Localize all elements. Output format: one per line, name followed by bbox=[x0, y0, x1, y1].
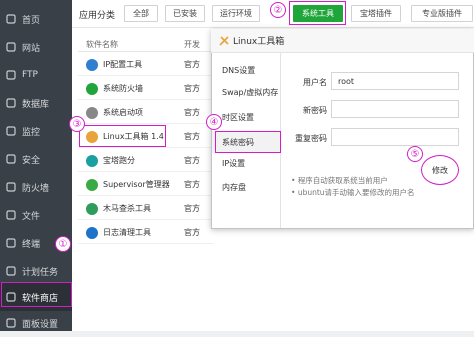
category-label: 应用分类 bbox=[79, 11, 116, 21]
dialog-tab-1[interactable]: Swap/虚拟内存 bbox=[212, 81, 281, 103]
category-tab-0[interactable]: 全部 bbox=[124, 5, 158, 22]
category-tab-5[interactable]: 专业版插件 bbox=[411, 5, 473, 22]
repeat-password-label: 重复密码 bbox=[295, 134, 327, 143]
software-store-highlight bbox=[1, 282, 72, 307]
hint-2: • ubuntu请手动输入要修改的用户名 bbox=[291, 188, 415, 197]
terminal-icon bbox=[6, 238, 16, 248]
sidebar-item-1[interactable]: 网站 bbox=[0, 33, 72, 61]
sidebar-item-label: 首页 bbox=[22, 15, 41, 26]
sidebar-item-2[interactable]: FTP bbox=[0, 61, 72, 89]
category-tab-1[interactable]: 已安装 bbox=[165, 5, 205, 22]
table-row[interactable]: 宝塔跑分 官方 bbox=[78, 150, 214, 172]
software-developer: 官方 bbox=[184, 60, 200, 69]
sidebar-item-9[interactable]: 计划任务 bbox=[0, 257, 72, 285]
software-developer: 官方 bbox=[184, 180, 200, 189]
system-tools-highlight bbox=[289, 1, 346, 25]
username-label: 用户名 bbox=[303, 78, 327, 87]
software-icon bbox=[86, 154, 98, 167]
table-row[interactable]: Supervisor管理器 官方 bbox=[78, 174, 214, 196]
software-icon bbox=[86, 178, 98, 191]
software-name: 木马查杀工具 bbox=[103, 204, 151, 213]
sidebar-item-label: FTP bbox=[22, 70, 38, 80]
ftp-icon bbox=[6, 70, 16, 80]
software-name: IP配置工具 bbox=[103, 60, 143, 69]
software-developer: 官方 bbox=[184, 156, 200, 165]
software-developer: 官方 bbox=[184, 228, 200, 237]
annotation-3: ③ bbox=[69, 116, 85, 132]
sidebar-item-4[interactable]: 监控 bbox=[0, 117, 72, 145]
software-icon bbox=[86, 58, 98, 71]
username-field[interactable]: root bbox=[331, 72, 459, 90]
software-name: Supervisor管理器 bbox=[103, 180, 170, 189]
toolbox-icon bbox=[219, 35, 229, 46]
database-icon bbox=[6, 98, 16, 108]
hint-1: • 程序自动获取系统当前用户 bbox=[291, 176, 388, 185]
annotation-2: ② bbox=[270, 2, 286, 18]
sidebar-item-label: 监控 bbox=[22, 127, 41, 138]
software-name: 系统防火墙 bbox=[103, 84, 143, 93]
home-icon bbox=[6, 14, 16, 24]
linux-toolbox-highlight bbox=[79, 125, 166, 147]
sidebar-item-11[interactable]: 面板设置 bbox=[0, 309, 72, 337]
table-row[interactable]: IP配置工具 官方 bbox=[78, 54, 214, 76]
software-developer: 官方 bbox=[184, 204, 200, 213]
monitor-icon bbox=[6, 126, 16, 136]
new-password-label: 新密码 bbox=[303, 106, 327, 115]
dialog-tab-2[interactable]: 时区设置 bbox=[212, 106, 281, 128]
software-icon bbox=[86, 202, 98, 215]
sidebar-item-label: 终端 bbox=[22, 239, 41, 250]
sidebar-item-7[interactable]: 文件 bbox=[0, 201, 72, 229]
table-row[interactable]: 系统防火墙 官方 bbox=[78, 78, 214, 100]
sidebar-item-label: 文件 bbox=[22, 211, 41, 222]
hint-1-text: 程序自动获取系统当前用户 bbox=[297, 176, 388, 185]
table-row[interactable]: 系统启动项 官方 bbox=[78, 102, 214, 124]
sidebar-item-6[interactable]: 防火墙 bbox=[0, 173, 72, 201]
sidebar-item-5[interactable]: 安全 bbox=[0, 145, 72, 173]
sidebar-item-label: 安全 bbox=[22, 155, 41, 166]
sidebar-item-0[interactable]: 首页 bbox=[0, 5, 72, 33]
software-name: 日志清理工具 bbox=[103, 228, 151, 237]
sidebar-item-label: 数据库 bbox=[22, 99, 50, 110]
system-password-highlight bbox=[215, 131, 281, 153]
firewall-icon bbox=[6, 182, 16, 192]
dialog-tab-4[interactable]: IP设置 bbox=[212, 152, 281, 174]
software-icon bbox=[86, 82, 98, 95]
software-developer: 官方 bbox=[184, 132, 200, 141]
column-header-dev: 开发 bbox=[184, 40, 200, 49]
table-row[interactable]: 日志清理工具 官方 bbox=[78, 222, 214, 244]
annotation-1: ① bbox=[55, 236, 71, 252]
sidebar-item-label: 面板设置 bbox=[22, 319, 59, 330]
hint-2-text: ubuntu请手动输入要修改的用户名 bbox=[297, 188, 415, 197]
submit-button[interactable]: 修改 bbox=[427, 163, 453, 177]
clock-icon bbox=[6, 266, 16, 276]
sidebar-item-label: 网站 bbox=[22, 43, 41, 54]
folder-icon bbox=[6, 210, 16, 220]
dialog-title: Linux工具箱 bbox=[233, 37, 285, 47]
dialog-tab-0[interactable]: DNS设置 bbox=[212, 59, 281, 81]
shield-icon bbox=[6, 154, 16, 164]
new-password-field[interactable] bbox=[331, 100, 459, 118]
software-developer: 官方 bbox=[184, 84, 200, 93]
sidebar-item-label: 计划任务 bbox=[22, 267, 59, 278]
sidebar-item-3[interactable]: 数据库 bbox=[0, 89, 72, 117]
category-tab-4[interactable]: 宝塔插件 bbox=[351, 5, 401, 22]
software-icon bbox=[86, 226, 98, 239]
dialog-tab-5[interactable]: 内存盘 bbox=[212, 176, 281, 198]
annotation-4: ④ bbox=[206, 114, 222, 130]
table-header-divider bbox=[78, 51, 211, 52]
software-name: 宝塔跑分 bbox=[103, 156, 135, 165]
sidebar-item-label: 防火墙 bbox=[22, 183, 50, 194]
software-name: 系统启动项 bbox=[103, 108, 143, 117]
column-header-name: 软件名称 bbox=[86, 40, 118, 49]
globe-icon bbox=[6, 42, 16, 52]
category-tab-2[interactable]: 运行环境 bbox=[212, 5, 260, 22]
dialog-header: Linux工具箱 bbox=[211, 29, 474, 53]
table-row[interactable]: 木马查杀工具 官方 bbox=[78, 198, 214, 220]
annotation-5: ⑤ bbox=[407, 146, 423, 162]
software-icon bbox=[86, 106, 98, 119]
gear-icon bbox=[6, 318, 16, 328]
repeat-password-field[interactable] bbox=[331, 128, 459, 146]
software-developer: 官方 bbox=[184, 108, 200, 117]
